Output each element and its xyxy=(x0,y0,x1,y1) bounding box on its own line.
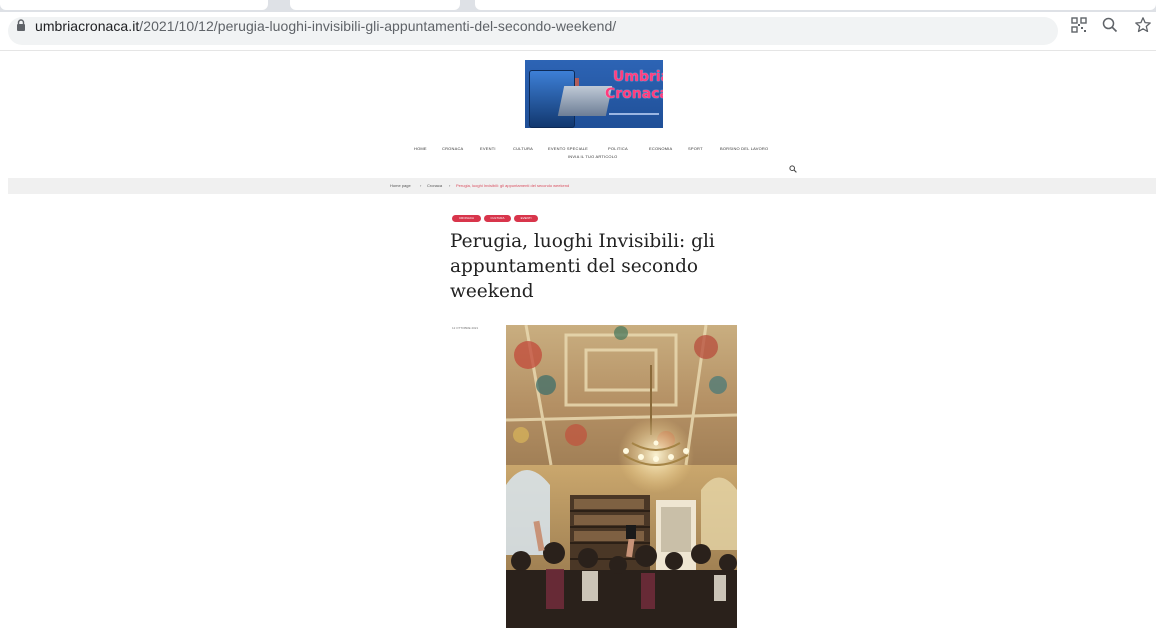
browser-tab[interactable] xyxy=(0,0,268,10)
logo-tagline xyxy=(609,113,659,115)
article-photo xyxy=(506,325,737,628)
breadcrumb-home[interactable]: Home page xyxy=(390,183,411,188)
nav-item-evento-speciale[interactable]: EVENTO SPECIALE xyxy=(548,146,588,151)
browser-tab-strip xyxy=(0,0,1156,12)
category-tag-cultura[interactable]: CULTURA xyxy=(484,215,511,222)
nav-item-economia[interactable]: ECONOMIA xyxy=(649,146,672,151)
breadcrumb-separator: › xyxy=(420,183,422,188)
browser-tab[interactable] xyxy=(475,0,1156,10)
nav-item-invia-il-tuo-articolo[interactable]: INVIA IL TUO ARTICOLO xyxy=(568,154,617,159)
star-icon[interactable] xyxy=(1134,16,1152,34)
category-tag-cronaca[interactable]: CRONACA xyxy=(452,215,481,222)
search-icon[interactable] xyxy=(789,165,797,173)
logo-text-line2: Cronaca xyxy=(605,86,663,102)
breadcrumb xyxy=(8,178,1156,194)
qr-code-icon[interactable] xyxy=(1070,16,1088,34)
lock-icon[interactable] xyxy=(16,19,26,32)
site-logo[interactable]: Umbria Cronaca xyxy=(525,60,663,128)
category-tag-eventi[interactable]: EVENTI xyxy=(514,215,538,222)
breadcrumb-separator: › xyxy=(449,183,451,188)
breadcrumb-current: Perugia, luoghi Invisibili: gli appuntam… xyxy=(456,183,570,188)
nav-item-borsino-del-lavoro[interactable]: BORSINO DEL LAVORO xyxy=(720,146,768,151)
nav-item-sport[interactable]: SPORT xyxy=(688,146,703,151)
zoom-icon[interactable] xyxy=(1101,16,1119,34)
url-path: /2021/10/12/perugia-luoghi-invisibili-gl… xyxy=(139,18,617,34)
browser-tab[interactable] xyxy=(290,0,460,10)
article-date: 12 OTTOBRE 2021 xyxy=(452,326,479,330)
nav-item-cultura[interactable]: CULTURA xyxy=(513,146,533,151)
nav-item-cronaca[interactable]: CRONACA xyxy=(442,146,463,151)
nav-item-politica[interactable]: POLITICA xyxy=(608,146,628,151)
article-title: Perugia, luoghi Invisibili: gli appuntam… xyxy=(450,231,715,302)
nav-item-eventi[interactable]: EVENTI xyxy=(480,146,496,151)
url-domain: umbriacronaca.it xyxy=(35,18,140,34)
url-text[interactable]: umbriacronaca.it/2021/10/12/perugia-luog… xyxy=(35,18,616,34)
breadcrumb-cronaca[interactable]: Cronaca xyxy=(427,183,442,188)
logo-text-line1: Umbria xyxy=(613,69,663,85)
nav-item-home[interactable]: HOME xyxy=(414,146,427,151)
